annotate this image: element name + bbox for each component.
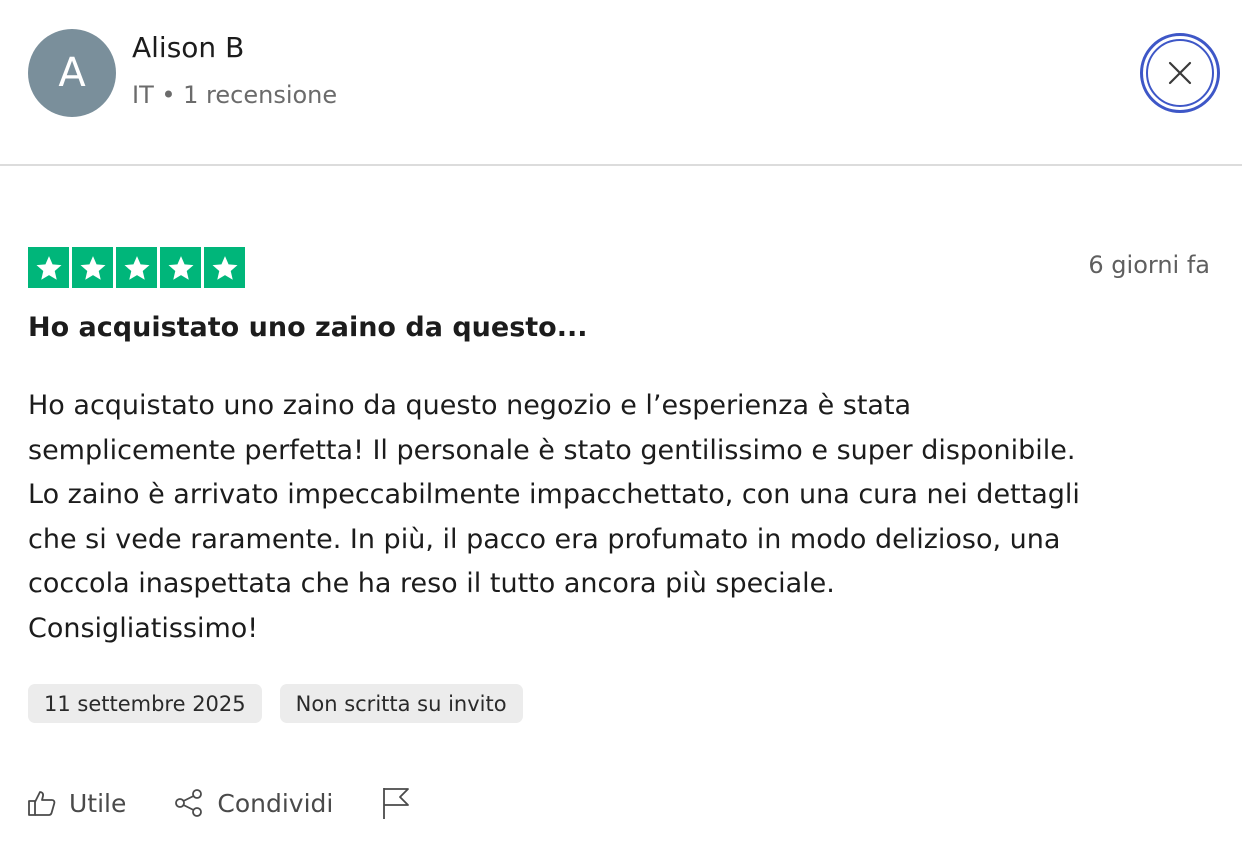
star-icon <box>116 247 157 288</box>
star-icon <box>72 247 113 288</box>
avatar: A <box>28 29 116 117</box>
review-date-tag: 11 settembre 2025 <box>28 684 262 723</box>
share-button[interactable]: Condividi <box>173 788 333 818</box>
review-body: Ho acquistato uno zaino da questo negozi… <box>28 390 1080 644</box>
useful-label: Utile <box>69 788 127 818</box>
avatar-initial: A <box>58 50 86 96</box>
flag-icon <box>381 786 411 820</box>
share-label: Condividi <box>217 788 334 818</box>
review-actions: Utile Condividi <box>27 784 411 822</box>
review-header: A Alison B IT • 1 recensione <box>0 0 1242 166</box>
report-button[interactable] <box>381 786 411 820</box>
reviewer-name[interactable]: Alison B <box>132 31 244 64</box>
review-source-tag: Non scritta su invito <box>279 684 523 723</box>
close-button[interactable] <box>1140 33 1220 113</box>
close-button-inner-ring <box>1146 39 1214 107</box>
review-relative-date: 6 giorni fa <box>1088 251 1210 279</box>
close-icon <box>1168 61 1192 85</box>
share-icon <box>173 788 205 818</box>
thumbs-up-icon <box>27 788 57 818</box>
useful-button[interactable]: Utile <box>27 788 126 818</box>
review-tags: 11 settembre 2025 Non scritta su invito <box>28 684 523 723</box>
star-rating <box>28 247 245 288</box>
review-title: Ho acquistato uno zaino da questo... <box>28 312 588 343</box>
reviewer-meta: IT • 1 recensione <box>132 81 338 109</box>
star-icon <box>160 247 201 288</box>
star-icon <box>204 247 245 288</box>
star-icon <box>28 247 69 288</box>
